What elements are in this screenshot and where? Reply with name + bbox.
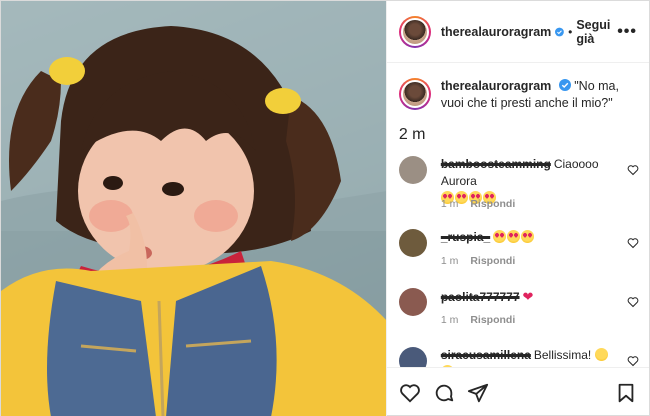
header-separator: • — [568, 24, 573, 39]
like-comment-heart-icon[interactable] — [627, 296, 639, 308]
author-username[interactable]: therealauroragram — [441, 25, 551, 39]
author-avatar[interactable] — [398, 15, 431, 48]
heart-eyes-emoji-icon — [521, 230, 535, 243]
comment-time: 1 m — [440, 255, 459, 267]
commenter-username[interactable]: _ruspia_ — [441, 230, 490, 244]
red-heart-emoji-icon: ❤ — [522, 289, 534, 304]
comment-meta: 1 m Rispondi — [441, 314, 515, 326]
comment-body: _ruspia_ — [441, 229, 611, 246]
caption-timestamp: 2 m — [398, 126, 426, 143]
post-side-panel: therealauroragram • Segui già ••• therea… — [385, 1, 649, 416]
reply-button[interactable]: Rispondi — [470, 198, 515, 210]
comment-bubble-icon[interactable] — [433, 382, 455, 404]
comment-time: 1 m — [440, 314, 459, 326]
comment-body: siracusamillena Bellissima! — [440, 347, 611, 367]
commenter-avatar[interactable] — [398, 156, 427, 184]
commenter-username[interactable]: siracusamillena — [441, 348, 531, 362]
like-comment-heart-icon[interactable] — [627, 164, 639, 176]
reply-button[interactable]: Rispondi — [470, 314, 515, 326]
heart-eyes-emoji-icon — [507, 230, 521, 243]
caption-text-block: therealauroragram "No ma, vuoi che ti pr… — [441, 78, 631, 112]
reply-button[interactable]: Rispondi — [470, 255, 515, 267]
comment-meta: 1 m Rispondi — [441, 198, 515, 210]
following-button[interactable]: Segui già — [576, 18, 617, 46]
laughing-emoji-icon — [594, 348, 608, 361]
child-photo-illustration — [1, 1, 386, 416]
instagram-post: therealauroragram • Segui già ••• therea… — [0, 0, 650, 416]
paper-plane-icon[interactable] — [467, 382, 489, 404]
verified-badge-icon — [558, 79, 571, 91]
post-action-bar — [386, 367, 649, 416]
commenter-avatar[interactable] — [398, 288, 427, 316]
like-comment-heart-icon[interactable] — [627, 355, 639, 367]
caption-author-avatar[interactable] — [398, 78, 431, 110]
comment-text: Bellissima! — [533, 348, 592, 362]
heart-outline-icon[interactable] — [399, 382, 421, 404]
post-photo[interactable] — [1, 1, 386, 416]
post-caption: therealauroragram "No ma, vuoi che ti pr… — [387, 64, 649, 112]
verified-badge-icon — [555, 27, 565, 36]
more-options-icon[interactable]: ••• — [617, 23, 637, 41]
post-header: therealauroragram • Segui già ••• — [386, 1, 649, 63]
comments-list[interactable]: therealauroragram "No ma, vuoi che ti pr… — [387, 64, 649, 367]
commenter-username[interactable]: paolita777777 — [441, 290, 520, 304]
comment-meta: 1 m Rispondi — [441, 255, 515, 267]
caption-username[interactable]: therealauroragram — [441, 79, 551, 93]
comment-time: 1 m — [440, 198, 459, 210]
commenter-username[interactable]: bamboosteamming — [441, 157, 551, 171]
commenter-avatar[interactable] — [398, 347, 427, 367]
bookmark-icon[interactable] — [615, 382, 637, 404]
heart-eyes-emoji-icon — [493, 230, 507, 243]
commenter-avatar[interactable] — [398, 229, 427, 257]
comment-body: paolita777777 ❤ — [441, 288, 611, 306]
like-comment-heart-icon[interactable] — [627, 237, 639, 249]
